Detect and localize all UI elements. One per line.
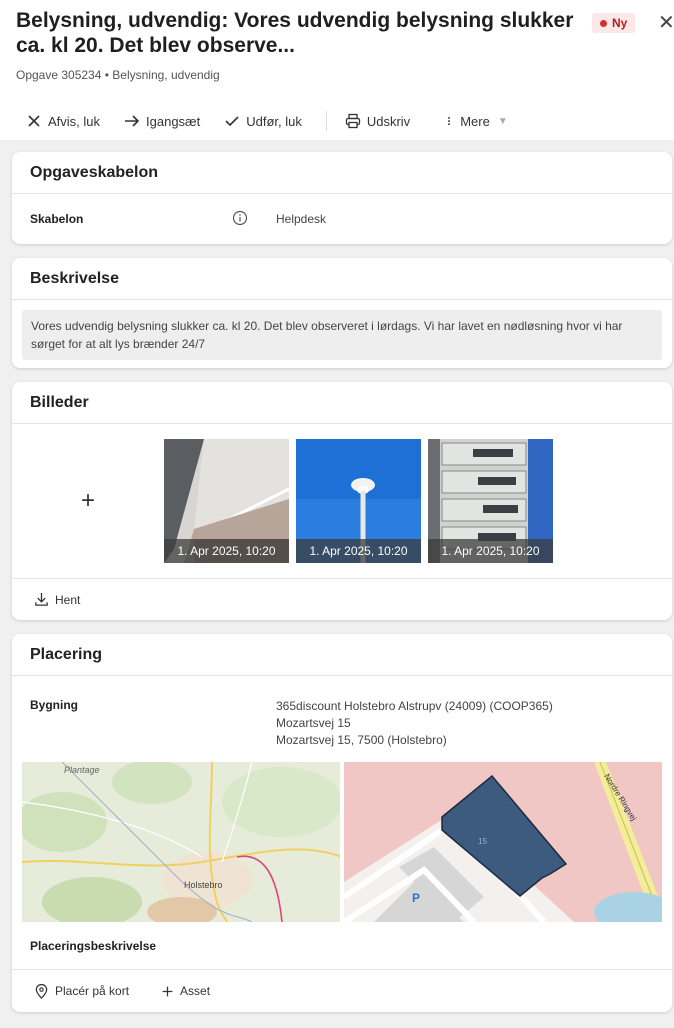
address-line: 365discount Holstebro Alstrupv (24009) (… [276,699,553,713]
overview-map-graphic: Plantage Holstebro [22,762,340,922]
images-card: Billeder + 1. Apr 2025, 10:20 1. Apr 202… [12,382,672,620]
template-card-title: Opgaveskabelon [12,152,672,194]
template-value: Helpdesk [276,212,327,226]
status-badge: Ny [592,13,636,33]
map-label-town-top: Plantage [64,765,100,775]
address-line: Mozartsvej 15, 7500 (Holstebro) [276,733,447,747]
print-label: Udskriv [366,113,411,129]
image-caption: 1. Apr 2025, 10:20 [428,539,553,563]
images-card-title: Billeder [12,382,672,424]
arrow-right-icon [125,115,140,127]
info-icon[interactable] [232,210,276,229]
map-label-town: Holstebro [184,880,223,890]
asset-label: Asset [180,984,211,998]
location-pin-icon [35,983,48,999]
address-line: Mozartsvej 15 [276,716,351,730]
reject-close-label: Afvis, luk [48,113,101,129]
image-thumbnail-street-lamp[interactable]: 1. Apr 2025, 10:20 [296,439,421,563]
placement-card-title: Placering [12,634,672,676]
add-image-button[interactable]: + [12,487,164,515]
more-vertical-icon [448,116,451,126]
main-content: Opgaveskabelon Skabelon Helpdesk Beskriv… [0,140,674,1028]
placement-description-label: Placeringsbeskrivelse [12,922,672,970]
maps-row: Plantage Holstebro 15 P Nordre Ringvej [12,762,672,922]
placement-card-footer: Placér på kort Asset [12,970,672,1012]
print-button[interactable]: Udskriv [345,113,410,129]
complete-close-button[interactable]: Udfør, luk [224,113,302,129]
template-row: Skabelon Helpdesk [12,194,672,244]
status-dot-icon [600,19,607,27]
download-button[interactable]: Hent [34,592,80,607]
building-address: 365discount Holstebro Alstrupv (24009) (… [276,698,553,762]
image-caption: 1. Apr 2025, 10:20 [164,539,289,563]
placement-card: Placering Bygning 365discount Holstebro … [12,634,672,1012]
start-button[interactable]: Igangsæt [124,113,200,129]
place-on-map-label: Placér på kort [55,984,130,998]
overview-map[interactable]: Plantage Holstebro [22,762,340,922]
more-label: Mere [460,113,490,129]
toolbar-divider [325,111,327,131]
task-header: Belysning, udvendig: Vores udvendig bely… [0,0,674,98]
printer-icon [345,113,360,129]
chevron-down-icon: ▼ [497,115,508,127]
detail-map[interactable]: 15 P Nordre Ringvej [344,762,662,922]
complete-close-label: Udfør, luk [246,113,302,129]
image-thumbnail-electrical-panel[interactable]: 1. Apr 2025, 10:20 [428,439,553,563]
image-caption: 1. Apr 2025, 10:20 [296,539,421,563]
description-card: Beskrivelse Vores udvendig belysning slu… [12,258,672,368]
more-menu-button[interactable]: Mere ▼ [444,113,508,129]
close-icon [28,115,40,127]
description-card-title: Beskrivelse [12,258,672,300]
download-icon [35,592,48,606]
download-label: Hent [55,592,81,607]
page-title: Belysning, udvendig: Vores udvendig bely… [16,9,574,57]
image-thumbnail-ceiling-light[interactable]: 1. Apr 2025, 10:20 [164,439,289,563]
toolbar: Afvis, luk Igangsæt Udfør, luk Udskriv M… [0,104,674,138]
map-label-building-number: 15 [478,837,487,846]
place-on-map-button[interactable]: Placér på kort [34,983,130,999]
checkmark-icon [225,116,239,127]
add-asset-button[interactable]: Asset [161,984,210,998]
detail-map-graphic: 15 P Nordre Ringvej [344,762,662,922]
images-card-footer: Hent [12,578,672,620]
template-card: Opgaveskabelon Skabelon Helpdesk [12,152,672,244]
image-gallery: + 1. Apr 2025, 10:20 1. Apr 2025, 10:20 … [12,424,672,578]
template-label: Skabelon [30,212,84,226]
description-text: Vores udvendig belysning slukker ca. kl … [22,310,662,360]
building-label: Bygning [30,698,78,712]
status-badge-label: Ny [612,16,628,30]
reject-close-button[interactable]: Afvis, luk [26,113,100,129]
start-label: Igangsæt [146,113,201,129]
task-subtitle: Opgave 305234 • Belysning, udvendig [16,68,220,82]
close-icon[interactable]: ✕ [658,13,674,33]
building-row: Bygning 365discount Holstebro Alstrupv (… [12,676,672,762]
map-label-parking: P [412,891,420,905]
plus-icon [162,986,173,996]
